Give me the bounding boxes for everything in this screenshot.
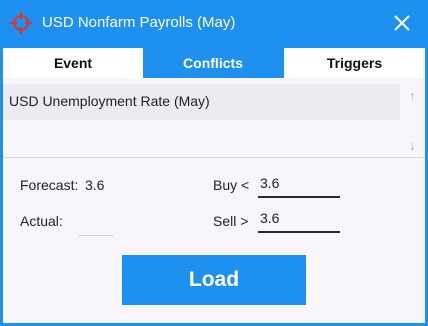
actual-field <box>79 233 113 236</box>
title-bar: USD Nonfarm Payrolls (May) <box>0 0 428 48</box>
tab-event[interactable]: Event <box>3 48 143 78</box>
tab-bar: Event Conflicts Triggers <box>0 48 428 78</box>
sell-threshold-input[interactable] <box>258 205 340 233</box>
tab-conflicts[interactable]: Conflicts <box>143 48 283 78</box>
list-item-label: USD Unemployment Rate (May) <box>9 93 210 109</box>
buy-label: Buy < <box>213 177 250 193</box>
list-item[interactable]: USD Unemployment Rate (May) <box>3 84 400 120</box>
crosshair-icon <box>10 12 32 34</box>
arrow-up-icon[interactable]: ↑ <box>400 85 425 107</box>
conflicts-panel: USD Unemployment Rate (May) ↑ ↓ Forecast… <box>3 78 425 323</box>
close-button[interactable] <box>388 9 416 37</box>
dialog-window: USD Nonfarm Payrolls (May) Event Conflic… <box>0 0 428 326</box>
forecast-value: 3.6 <box>85 177 105 193</box>
close-icon <box>394 15 410 31</box>
forecast-label: Forecast: <box>20 177 79 193</box>
tab-triggers[interactable]: Triggers <box>284 48 425 78</box>
actual-label: Actual: <box>20 213 63 229</box>
window-title: USD Nonfarm Payrolls (May) <box>42 14 236 31</box>
load-button[interactable]: Load <box>122 255 306 305</box>
conflicts-list[interactable]: USD Unemployment Rate (May) ↑ ↓ <box>3 81 425 158</box>
arrow-down-icon[interactable]: ↓ <box>400 135 425 157</box>
sell-label: Sell > <box>213 213 249 229</box>
vertical-scrollbar[interactable]: ↑ ↓ <box>400 81 425 158</box>
buy-threshold-input[interactable] <box>258 170 340 198</box>
